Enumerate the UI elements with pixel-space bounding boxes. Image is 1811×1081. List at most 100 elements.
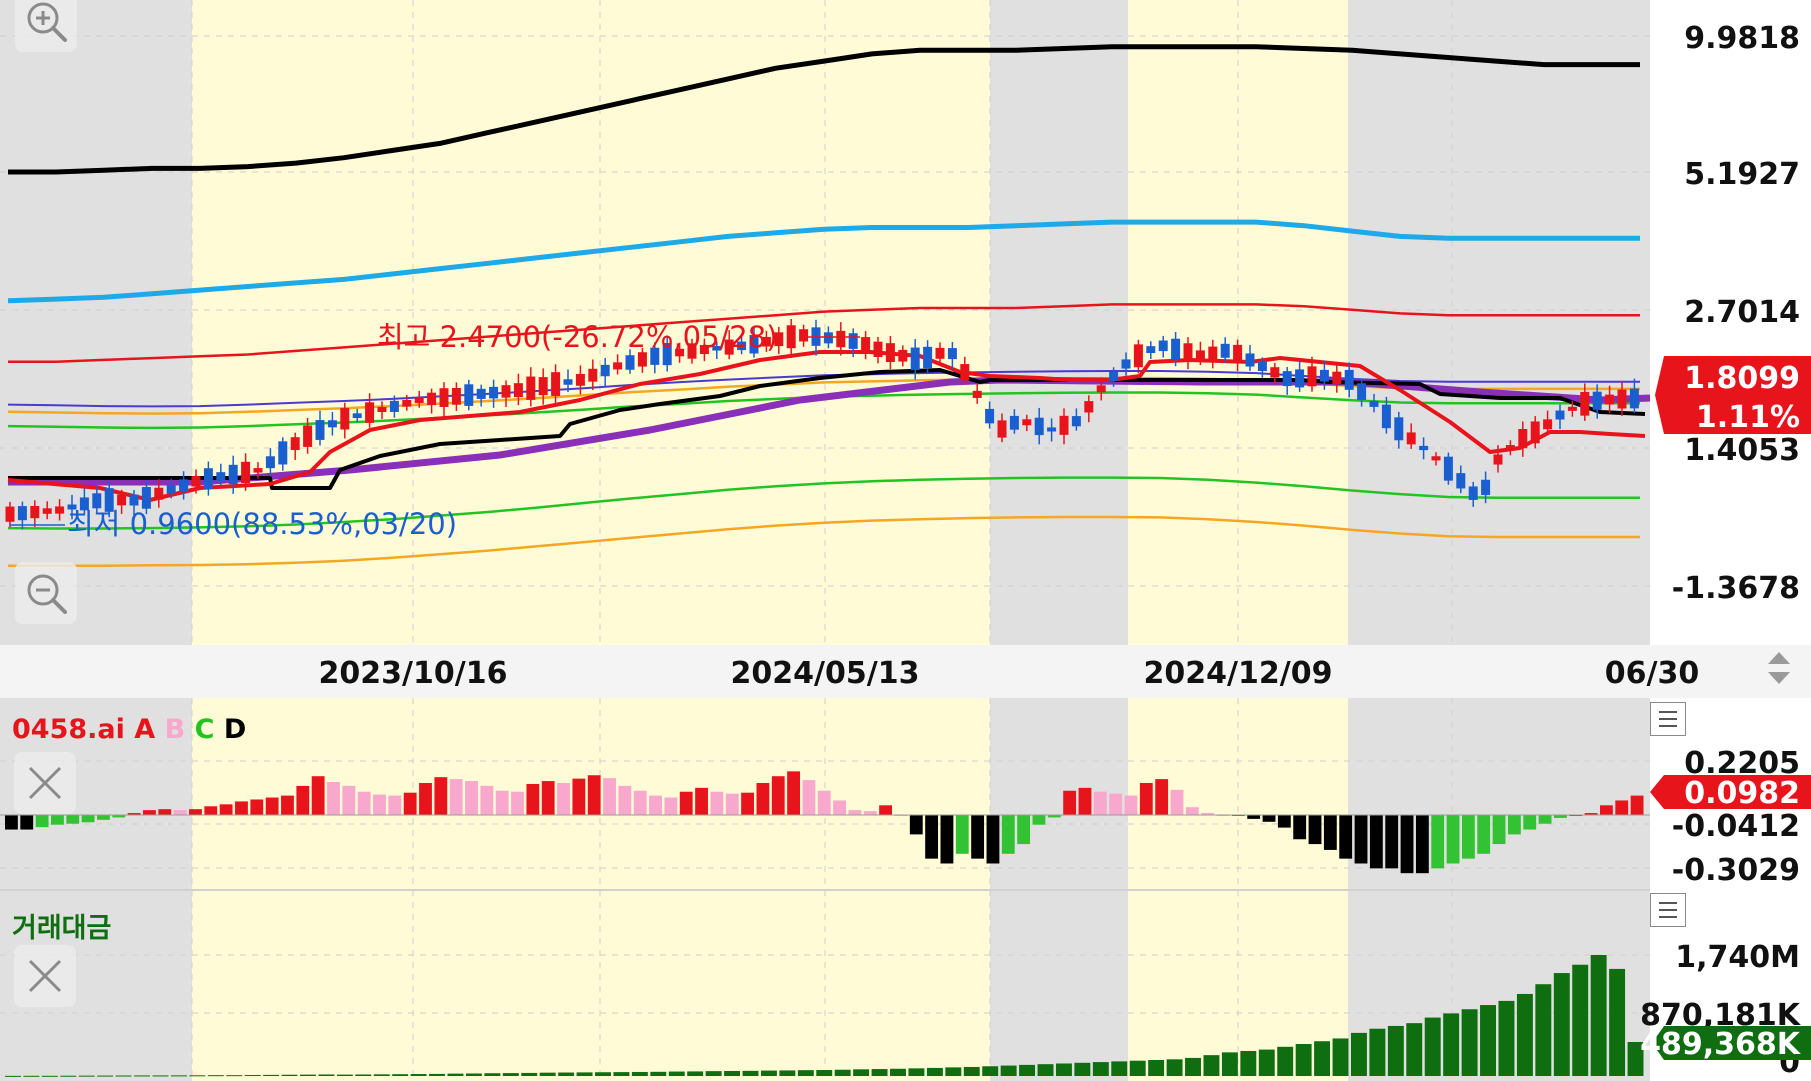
candle-body-89 xyxy=(1109,371,1119,381)
bg-region-2-2 xyxy=(990,890,1128,1081)
osc-bar-30 xyxy=(465,781,478,815)
volume-panel-title: 거래대금 xyxy=(12,913,112,944)
volume-bar-62 xyxy=(1148,1060,1165,1076)
bg-region-1-2 xyxy=(990,698,1128,890)
candle-body-26 xyxy=(327,420,337,428)
candle-body-116 xyxy=(1443,456,1453,481)
y-tick-price-3: 1.4053 xyxy=(1684,433,1800,468)
indicator-close-button[interactable] xyxy=(14,752,76,814)
osc-bar-81 xyxy=(1247,815,1261,819)
candle-body-119 xyxy=(1481,479,1491,496)
osc-bar-76 xyxy=(1170,789,1184,815)
axis-scroll-button[interactable] xyxy=(1756,648,1802,688)
osc-bar-73 xyxy=(1124,795,1138,815)
candle-body-101 xyxy=(1257,361,1267,372)
candle-body-4 xyxy=(55,506,65,514)
indicator-series-b[interactable]: B xyxy=(165,714,186,745)
candle-body-105 xyxy=(1307,366,1317,387)
volume-close-button[interactable] xyxy=(14,945,76,1007)
candle-body-93 xyxy=(1158,340,1168,352)
osc-bar-83 xyxy=(1277,815,1291,828)
indicator-menu-button[interactable] xyxy=(1650,702,1686,736)
candle-body-98 xyxy=(1220,343,1230,358)
candle-body-84 xyxy=(1047,427,1057,432)
volume-bar-12 xyxy=(226,1075,243,1077)
close-icon xyxy=(28,766,62,800)
volume-bar-68 xyxy=(1258,1049,1275,1076)
volume-bar-11 xyxy=(207,1075,224,1077)
candle-body-41 xyxy=(513,383,523,398)
candle-body-17 xyxy=(216,472,226,481)
candle-body-128 xyxy=(1592,391,1602,410)
current-price-value: 1.8099 xyxy=(1684,361,1800,396)
candle-body-108 xyxy=(1344,369,1354,390)
volume-bar-87 xyxy=(1609,968,1626,1076)
chart-canvas[interactable]: 9.9818 5.1927 2.7014 1.4053 -1.3678 2023… xyxy=(0,0,1811,1081)
volume-bar-25 xyxy=(465,1073,482,1076)
osc-bar-96 xyxy=(1477,815,1491,854)
candle-body-50 xyxy=(625,355,635,370)
zoom-in-button[interactable] xyxy=(15,0,77,52)
current-osc-badge: 0.0982 xyxy=(1650,775,1811,811)
volume-bar-75 xyxy=(1387,1025,1404,1076)
osc-bar-71 xyxy=(1093,791,1107,815)
volume-bar-28 xyxy=(521,1072,538,1076)
candle-body-20 xyxy=(253,468,263,473)
candle-body-99 xyxy=(1233,344,1243,363)
osc-bar-70 xyxy=(1078,787,1092,815)
zoom-out-button[interactable] xyxy=(15,562,77,624)
volume-bar-40 xyxy=(742,1070,759,1076)
candle-body-92 xyxy=(1146,346,1156,354)
osc-bar-77 xyxy=(1185,807,1199,815)
candle-body-73 xyxy=(910,347,920,371)
volume-bar-52 xyxy=(963,1066,980,1076)
volume-menu-button[interactable] xyxy=(1650,893,1686,927)
volume-bar-43 xyxy=(797,1070,814,1076)
candle-body-14 xyxy=(179,479,189,492)
indicator-series-a[interactable]: A xyxy=(134,714,155,745)
volume-bar-13 xyxy=(244,1075,261,1077)
osc-bar-6 xyxy=(97,815,110,820)
candle-body-33 xyxy=(414,397,424,404)
candle-body-67 xyxy=(836,330,846,348)
volume-bar-16 xyxy=(300,1074,316,1076)
candle-body-100 xyxy=(1245,353,1255,367)
indicator-series-c[interactable]: C xyxy=(195,714,215,745)
candle-body-114 xyxy=(1419,445,1429,451)
osc-bar-84 xyxy=(1293,815,1307,840)
osc-bar-98 xyxy=(1507,815,1521,835)
candle-body-77 xyxy=(960,364,970,381)
osc-bar-74 xyxy=(1139,782,1153,815)
close-icon xyxy=(28,959,62,993)
candle-body-129 xyxy=(1605,394,1615,405)
osc-bar-105 xyxy=(1615,800,1629,815)
candle-body-76 xyxy=(947,348,957,360)
indicator-panel-title: 0458.ai A B C D xyxy=(12,714,246,745)
osc-bar-29 xyxy=(449,779,463,815)
osc-bar-63 xyxy=(971,815,985,859)
osc-bar-69 xyxy=(1063,790,1077,815)
candle-body-37 xyxy=(464,384,474,406)
candle-body-24 xyxy=(303,425,313,447)
osc-bar-38 xyxy=(587,775,601,815)
candle-body-94 xyxy=(1171,338,1181,360)
hamburger-icon xyxy=(1659,711,1677,727)
osc-bar-5 xyxy=(81,815,95,823)
candle-body-120 xyxy=(1493,454,1503,465)
volume-bar-57 xyxy=(1055,1063,1072,1076)
candle-body-68 xyxy=(848,333,858,349)
candle-body-40 xyxy=(501,385,511,398)
volume-bar-63 xyxy=(1166,1059,1183,1076)
volume-bar-14 xyxy=(263,1074,280,1076)
current-vol-value: 489,368K xyxy=(1640,1027,1802,1062)
osc-bar-10 xyxy=(158,809,172,815)
osc-bar-20 xyxy=(311,776,325,815)
volume-bar-59 xyxy=(1092,1062,1109,1076)
osc-bar-94 xyxy=(1446,815,1460,864)
volume-bar-5 xyxy=(97,1075,114,1077)
volume-bar-31 xyxy=(576,1072,593,1076)
candle-body-121 xyxy=(1505,445,1515,450)
indicator-series-d[interactable]: D xyxy=(224,714,246,745)
osc-bar-62 xyxy=(955,815,969,854)
candle-body-18 xyxy=(228,464,238,485)
